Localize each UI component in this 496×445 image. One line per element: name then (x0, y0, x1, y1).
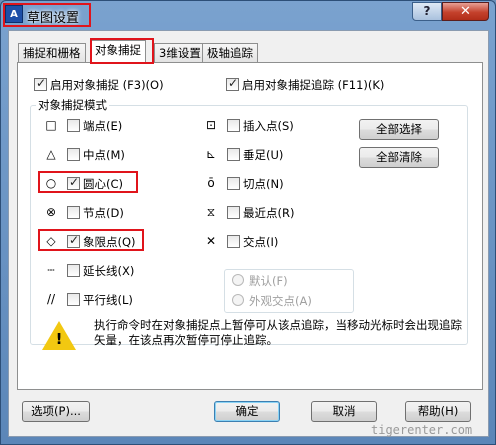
object-snap-panel: 启用对象捕捉 (F3)(O) 启用对象捕捉追踪 (F11)(K) 对象捕捉模式 … (17, 62, 483, 390)
intersection-label: 交点(I) (243, 235, 279, 249)
parallel-checkbox[interactable] (67, 293, 80, 306)
options-button[interactable]: 选项(P)... (22, 401, 90, 422)
enable-tracking-label: 启用对象捕捉追踪 (F11)(K) (242, 78, 385, 92)
default-radio[interactable] (232, 274, 244, 286)
help-title-button[interactable]: ? (412, 2, 442, 21)
tangent-icon: ō (207, 176, 215, 190)
enable-tracking-checkbox[interactable] (226, 76, 239, 91)
cancel-button[interactable]: 取消 (311, 401, 377, 422)
insertion-label: 插入点(S) (243, 119, 294, 133)
dialog-client: 捕捉和栅格 对象捕捉 3维设置 极轴追踪 启用对象捕捉 (F3)(O) 启用对象… (8, 30, 489, 437)
tangent-label: 切点(N) (243, 177, 284, 191)
perpendicular-label: 垂足(U) (243, 148, 284, 162)
apparent-radio-label: 外观交点(A) (249, 294, 312, 308)
ok-button[interactable]: 确定 (214, 401, 280, 422)
title-bar[interactable]: A 草图设置 ? ✕ (1, 1, 495, 29)
midpoint-icon: △ (46, 147, 56, 161)
node-icon: ⊗ (45, 205, 57, 219)
tab-polar-tracking[interactable]: 极轴追踪 (202, 43, 258, 62)
highlight-center-box (38, 171, 138, 193)
nearest-icon: ⧖ (206, 205, 216, 219)
perpendicular-checkbox[interactable] (227, 148, 240, 161)
nearest-checkbox[interactable] (227, 206, 240, 219)
select-all-button[interactable]: 全部选择 (359, 119, 439, 140)
highlight-tab-box (90, 38, 154, 64)
default-radio-label: 默认(F) (249, 274, 288, 288)
parallel-label: 平行线(L) (83, 293, 133, 307)
intersection-checkbox[interactable] (227, 235, 240, 248)
midpoint-checkbox[interactable] (67, 148, 80, 161)
intersection-icon: ✕ (205, 234, 217, 248)
endpoint-label: 端点(E) (83, 119, 123, 133)
insertion-icon: ⊡ (205, 118, 217, 132)
extension-icon: ┄ (47, 263, 55, 277)
tangent-checkbox[interactable] (227, 177, 240, 190)
apparent-radio[interactable] (232, 294, 244, 306)
tab-3d-settings[interactable]: 3维设置 (154, 43, 206, 62)
midpoint-label: 中点(M) (83, 148, 125, 162)
perpendicular-icon: ⊾ (205, 147, 217, 161)
warning-mark: ! (55, 330, 63, 348)
close-button[interactable]: ✕ (442, 2, 489, 21)
enable-osnap-checkbox[interactable] (34, 76, 47, 91)
endpoint-icon: □ (45, 118, 57, 132)
tab-snap-grid[interactable]: 捕捉和栅格 (18, 43, 86, 62)
extension-label: 延长线(X) (83, 264, 135, 278)
parallel-icon: // (46, 292, 56, 306)
highlight-title-box (3, 3, 91, 27)
help-button[interactable]: 帮助(H) (405, 401, 471, 422)
endpoint-checkbox[interactable] (67, 119, 80, 132)
node-label: 节点(D) (83, 206, 124, 220)
osnap-modes-title: 对象捕捉模式 (36, 97, 109, 113)
enable-osnap-label: 启用对象捕捉 (F3)(O) (50, 78, 164, 92)
highlight-quadrant-box (38, 229, 144, 251)
nearest-label: 最近点(R) (243, 206, 295, 220)
insertion-checkbox[interactable] (227, 119, 240, 132)
dialog-window: A 草图设置 ? ✕ 捕捉和栅格 对象捕捉 3维设置 极轴追踪 启用对象捕捉 (… (0, 0, 496, 445)
extension-checkbox[interactable] (67, 264, 80, 277)
watermark: tigerenter.com (371, 423, 473, 437)
clear-all-button[interactable]: 全部清除 (359, 147, 439, 168)
tracking-message: 执行命令时在对象捕捉点上暂停可从该点追踪，当移动光标时会出现追踪矢量，在该点再次… (94, 318, 462, 347)
node-checkbox[interactable] (67, 206, 80, 219)
